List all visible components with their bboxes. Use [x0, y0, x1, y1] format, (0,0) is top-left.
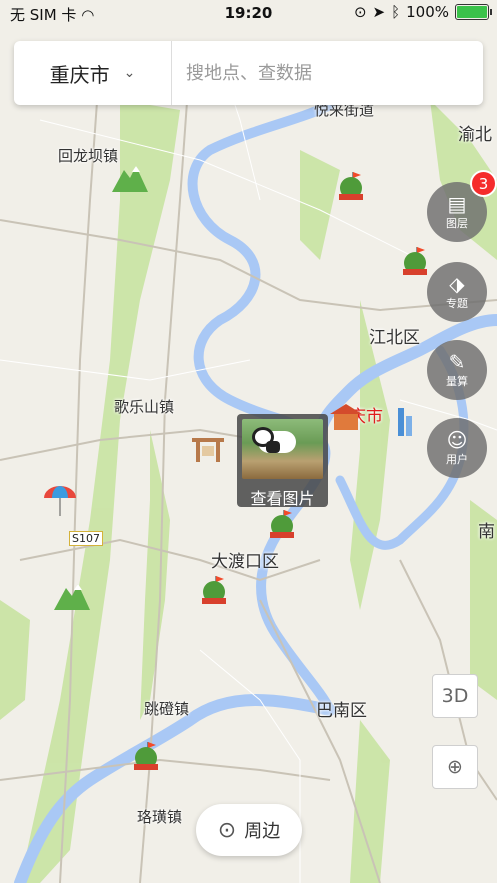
park-poi-icon[interactable] — [395, 245, 435, 279]
panda-photo-thumbnail[interactable] — [242, 419, 323, 479]
status-bar: 无 SIM 卡 ◠ 19:20 ⊙ ➤ ᛒ 100% — [0, 0, 497, 28]
search-bar: 重庆市 ⌄ — [14, 41, 483, 105]
park-poi-icon[interactable] — [126, 740, 166, 774]
topic-button[interactable]: ⬗ 专题 — [427, 262, 487, 322]
locate-button[interactable]: ⊕ — [432, 745, 478, 789]
photo-popup[interactable]: 查看图片 — [237, 414, 328, 509]
ruler-icon: ✎ — [448, 350, 466, 374]
map-label-gelesan: 歌乐山镇 — [114, 398, 175, 416]
landmark-poi-icon[interactable] — [326, 400, 366, 434]
view-photo-label[interactable]: 查看图片 — [237, 485, 328, 509]
status-right: ⊙ ➤ ᛒ 100% — [353, 3, 492, 21]
tower-poi-icon[interactable] — [386, 404, 426, 438]
orientation-lock-icon: ⊙ — [353, 3, 367, 21]
measure-button[interactable]: ✎ 量算 — [427, 340, 487, 400]
battery-icon — [455, 4, 492, 20]
map-label-nan: 南 — [478, 522, 495, 542]
nearby-label: 周边 — [244, 821, 281, 842]
view-3d-button[interactable]: 3D — [432, 674, 478, 718]
layers-count-badge: 3 — [470, 170, 497, 197]
road-shield: S107 — [69, 531, 103, 546]
search-input[interactable] — [172, 41, 483, 105]
location-arrow-icon: ➤ — [372, 3, 386, 21]
battery-percent: 100% — [406, 3, 449, 21]
map-label-yubei: 渝北 — [458, 125, 492, 145]
park-poi-icon[interactable] — [194, 574, 234, 608]
park-poi-icon[interactable] — [331, 170, 371, 204]
user-button[interactable]: ☺ 用户 — [427, 418, 487, 478]
map-label-dadukou: 大渡口区 — [211, 552, 279, 572]
location-pin-icon: ⊙ — [217, 817, 237, 843]
bluetooth-icon: ᛒ — [391, 3, 401, 21]
map-label-huilongba: 回龙坝镇 — [58, 147, 119, 165]
mountain-poi-icon[interactable] — [110, 160, 150, 194]
map-label-banan: 巴南区 — [316, 701, 367, 721]
map-label-luohuang: 珞璜镇 — [137, 808, 183, 826]
tag-icon: ⬗ — [449, 272, 465, 296]
map-label-badeng: 跳磴镇 — [144, 700, 190, 718]
crosshair-icon: ⊕ — [447, 756, 463, 778]
city-name: 重庆市 — [49, 62, 110, 87]
umbrella-poi-icon[interactable] — [40, 484, 80, 518]
layers-icon: ▤ — [447, 192, 467, 216]
mountain-poi-icon[interactable] — [52, 578, 92, 612]
user-icon: ☺ — [446, 428, 468, 452]
chevron-down-icon: ⌄ — [123, 65, 136, 81]
gate-poi-icon[interactable] — [188, 430, 228, 464]
map-label-jiangbei: 江北区 — [369, 328, 420, 348]
nearby-button[interactable]: ⊙ 周边 — [196, 804, 302, 856]
city-selector[interactable]: 重庆市 ⌄ — [14, 41, 172, 105]
park-poi-icon[interactable] — [262, 508, 302, 542]
